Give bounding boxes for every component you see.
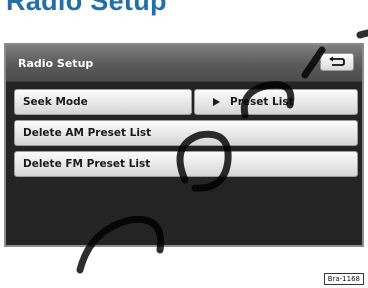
- manual-page: Radio Setup Radio Setup Seek Mode Preset…: [0, 0, 368, 288]
- back-button[interactable]: [320, 53, 354, 71]
- screen-title: Radio Setup: [18, 57, 94, 70]
- return-arrow-icon: [329, 56, 345, 66]
- delete-am-label: Delete AM Preset List: [23, 127, 152, 139]
- delete-am-preset-list-button[interactable]: Delete AM Preset List: [14, 120, 358, 146]
- seek-mode-button[interactable]: Seek Mode: [14, 89, 192, 115]
- delete-fm-preset-list-button[interactable]: Delete FM Preset List: [14, 151, 358, 177]
- triangle-right-icon: [213, 98, 220, 106]
- screen-header: Radio Setup: [6, 45, 362, 82]
- nav-screen: Radio Setup Seek Mode Preset List Delete…: [4, 43, 364, 247]
- page-title: Radio Setup: [6, 0, 167, 16]
- preset-list-label: Preset List: [230, 96, 294, 108]
- delete-fm-label: Delete FM Preset List: [23, 158, 151, 170]
- figure-code: Bra-1168: [323, 273, 364, 285]
- seek-mode-label: Seek Mode: [23, 96, 88, 108]
- preset-list-button[interactable]: Preset List: [194, 89, 358, 115]
